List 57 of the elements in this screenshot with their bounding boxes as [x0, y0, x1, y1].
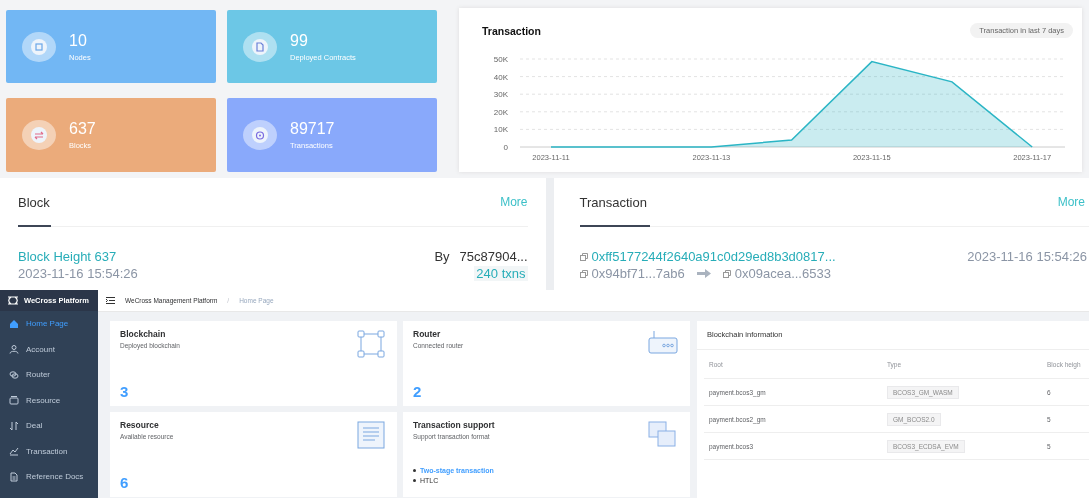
sidebar-item[interactable]: Home Page	[0, 311, 98, 337]
sidebar-item[interactable]: Resource	[0, 387, 98, 413]
card-title: Blockchain	[120, 329, 167, 339]
sidebar-item[interactable]: Account	[0, 336, 98, 362]
deal-icon	[9, 420, 19, 431]
by-label: By	[434, 249, 450, 264]
docs-icon	[9, 471, 19, 482]
home-icon	[9, 318, 19, 329]
stat-value: 99	[290, 31, 309, 50]
transaction-time: 2023-11-16 15:54:26	[967, 249, 1087, 266]
sidebar-item[interactable]: Reference Docs	[0, 464, 98, 490]
card-title: Router	[413, 329, 442, 339]
sidebar-item[interactable]: Router	[0, 362, 98, 388]
copy-icon[interactable]	[579, 252, 588, 261]
to-address: 0x09acea...6533	[734, 266, 831, 281]
logo-icon	[7, 296, 19, 305]
block-time: 2023-11-16 15:54:26	[18, 266, 138, 281]
chart-title: Transaction	[482, 25, 541, 37]
y-tick-label: 40K	[493, 72, 508, 82]
y-tick-label: 30K	[493, 90, 508, 100]
stat-value: 637	[69, 120, 96, 138]
resource-icon	[9, 395, 19, 406]
transaction-icon	[9, 446, 19, 457]
stat-icon	[22, 31, 56, 62]
section-title: Block	[18, 194, 50, 210]
sidebar-item[interactable]: Deal	[0, 413, 98, 439]
card-count: 3	[120, 383, 129, 400]
copy-icon[interactable]	[722, 269, 731, 278]
bullet-icon	[413, 469, 416, 472]
stat-icon	[22, 120, 56, 150]
bullet-icon	[413, 479, 416, 482]
user-icon	[9, 344, 19, 355]
blockchain-icon	[357, 330, 385, 358]
y-tick-label: 20K	[493, 107, 508, 117]
arrow-icon	[696, 269, 711, 278]
card-count: 2	[413, 383, 422, 400]
miner-address: 75c87904...	[459, 249, 528, 264]
stat-value: 89717	[290, 120, 335, 138]
menu-icon[interactable]	[106, 297, 115, 304]
stat-value: 10	[69, 31, 88, 50]
txns-count: 240 txns	[474, 266, 528, 281]
tab-underline	[579, 225, 650, 227]
card-title: Resource	[120, 420, 160, 430]
from-address: 0x94bf71...7ab6	[591, 266, 685, 281]
y-tick-label: 50K	[493, 55, 508, 64]
transaction-icon	[648, 421, 678, 449]
copy-icon[interactable]	[579, 269, 588, 278]
stat-icon	[243, 120, 277, 150]
resource-icon	[357, 421, 385, 449]
tab-underline	[18, 225, 51, 227]
stat-icon	[243, 31, 277, 62]
card-title: Transaction support	[413, 420, 496, 430]
y-tick-label: 0	[503, 143, 508, 152]
card-count: 6	[120, 474, 129, 491]
y-tick-label: 10K	[493, 125, 508, 135]
section-title: Transaction	[579, 194, 647, 210]
sidebar-item[interactable]: Transaction	[0, 438, 98, 464]
